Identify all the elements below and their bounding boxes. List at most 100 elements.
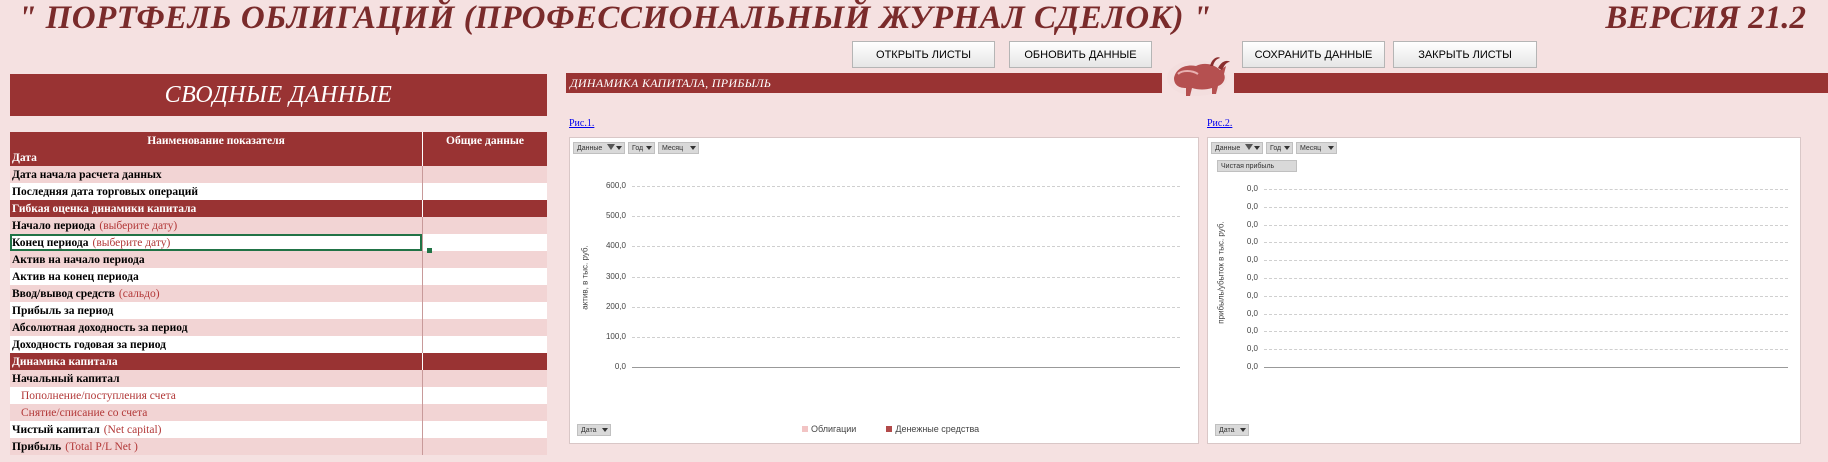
fig1-y-tick: 300,0: [605, 271, 626, 281]
chevron-down-icon: [616, 146, 622, 150]
row-value-cell[interactable]: [422, 251, 547, 268]
row-label-cell[interactable]: Пополнение/поступления счета: [10, 387, 422, 404]
row-label-cell[interactable]: Конец периода (выберите дату): [10, 234, 422, 251]
row-label-cell[interactable]: Дата: [10, 149, 422, 166]
chevron-down-icon: [1254, 146, 1260, 150]
fig2-year-filter[interactable]: Год: [1266, 142, 1293, 154]
row-label: Доходность годовая за период: [12, 338, 166, 351]
fig2-gridline: [1264, 349, 1788, 351]
fig2-gridline: [1264, 189, 1788, 190]
row-label-cell[interactable]: Дата начала расчета данных: [10, 166, 422, 183]
table-row[interactable]: Доходность годовая за период: [10, 336, 547, 353]
fig2-date-filter[interactable]: Дата: [1215, 424, 1249, 436]
row-label-cell[interactable]: Гибкая оценка динамики капитала: [10, 200, 422, 217]
fig1-x-axis: [632, 367, 1180, 368]
row-label-cell[interactable]: Динамика капитала: [10, 353, 422, 370]
section-row[interactable]: Динамика капитала: [10, 353, 547, 370]
table-row[interactable]: Ввод/вывод средств (сальдо): [10, 285, 547, 302]
section-row[interactable]: Дата: [10, 149, 547, 166]
row-note: (выберите дату): [92, 236, 171, 249]
save-data-button[interactable]: СОХРАНИТЬ ДАННЫЕ: [1242, 41, 1385, 68]
fig1-gridline: [632, 186, 1180, 187]
row-label-cell[interactable]: Снятие/списание со счета: [10, 404, 422, 421]
fig1-gridline: [632, 216, 1180, 218]
row-value-cell[interactable]: [422, 353, 547, 370]
section-label: Гибкая оценка динамики капитала: [12, 202, 197, 215]
sub-label: Снятие/списание со счета: [21, 406, 148, 419]
row-label-cell[interactable]: Прибыль за период: [10, 302, 422, 319]
section-row[interactable]: Гибкая оценка динамики капитала: [10, 200, 547, 217]
fill-handle[interactable]: [427, 248, 432, 253]
row-label-cell[interactable]: Чистый капитал (Net capital): [10, 421, 422, 438]
fig1-legend: Облигации Денежные средства: [802, 424, 979, 434]
row-label: Абсолютная доходность за период: [12, 321, 188, 334]
table-row[interactable]: Начало периода (выберите дату): [10, 217, 547, 234]
row-label-cell[interactable]: Абсолютная доходность за период: [10, 319, 422, 336]
row-value-cell[interactable]: [422, 387, 547, 404]
row-label-cell[interactable]: Начало периода (выберите дату): [10, 217, 422, 234]
table-row[interactable]: Прибыль (Total P/L Net ): [10, 438, 547, 455]
row-label-cell[interactable]: Последняя дата торговых операций: [10, 183, 422, 200]
refresh-data-button[interactable]: ОБНОВИТЬ ДАННЫЕ: [1009, 41, 1152, 68]
row-label-cell[interactable]: Актив на начало периода: [10, 251, 422, 268]
fig2-link[interactable]: Рис.2.: [1207, 118, 1232, 129]
row-value-cell[interactable]: [422, 421, 547, 438]
fig2-gridline: [1264, 242, 1788, 244]
row-value-cell[interactable]: [422, 370, 547, 387]
row-value-cell[interactable]: [422, 234, 547, 251]
row-value-cell[interactable]: [422, 166, 547, 183]
table-row[interactable]: Дата начала расчета данных: [10, 166, 547, 183]
close-sheets-button[interactable]: ЗАКРЫТЬ ЛИСТЫ: [1393, 41, 1537, 68]
table-row[interactable]: Конец периода (выберите дату): [10, 234, 547, 251]
fig2-y-tick: 0,0: [1246, 308, 1258, 318]
table-row[interactable]: Абсолютная доходность за период: [10, 319, 547, 336]
fig1-month-filter[interactable]: Месяц: [658, 142, 699, 154]
fig2-data-filter[interactable]: Данные: [1211, 142, 1263, 154]
row-label-cell[interactable]: Прибыль (Total P/L Net ): [10, 438, 422, 455]
fig1-year-filter[interactable]: Год: [628, 142, 655, 154]
filter-icon: [1245, 144, 1253, 150]
row-label: Чистый капитал: [12, 423, 100, 436]
summary-title: СВОДНЫЕ ДАННЫЕ: [10, 74, 547, 116]
fig2-gridline: [1264, 295, 1788, 297]
fig1-date-filter[interactable]: Дата: [577, 424, 611, 436]
fig2-y-tick: 0,0: [1246, 184, 1258, 193]
table-row[interactable]: Пополнение/поступления счета: [10, 387, 547, 404]
table-row[interactable]: Прибыль за период: [10, 302, 547, 319]
fig2-y-tick: 0,0: [1246, 362, 1258, 371]
row-value-cell[interactable]: [422, 438, 547, 455]
row-value-cell[interactable]: [422, 200, 547, 217]
row-value-cell[interactable]: [422, 217, 547, 234]
row-value-cell[interactable]: [422, 336, 547, 353]
row-value-cell[interactable]: [422, 268, 547, 285]
fig2-series-button[interactable]: Чистая прибыль: [1217, 160, 1297, 172]
fig1-gridline: [632, 336, 1180, 338]
fig2-month-filter[interactable]: Месяц: [1296, 142, 1337, 154]
table-row[interactable]: Последняя дата торговых операций: [10, 183, 547, 200]
fig2-x-axis: [1264, 367, 1788, 368]
row-value-cell[interactable]: [422, 302, 547, 319]
row-label-cell[interactable]: Актив на конец периода: [10, 268, 422, 285]
row-label-cell[interactable]: Ввод/вывод средств (сальдо): [10, 285, 422, 302]
fig1-data-filter[interactable]: Данные: [573, 142, 625, 154]
table-row[interactable]: Начальный капитал: [10, 370, 547, 387]
table-row[interactable]: Актив на начало периода: [10, 251, 547, 268]
row-value-cell[interactable]: [422, 404, 547, 421]
row-value-cell[interactable]: [422, 319, 547, 336]
table-row[interactable]: Снятие/списание со счета: [10, 404, 547, 421]
row-value-cell[interactable]: [422, 285, 547, 302]
fig1-link[interactable]: Рис.1.: [569, 118, 594, 129]
row-label-cell[interactable]: Доходность годовая за период: [10, 336, 422, 353]
row-label: Дата начала расчета данных: [12, 168, 162, 181]
table-row[interactable]: Актив на конец периода: [10, 268, 547, 285]
fig2-gridline: [1264, 278, 1788, 279]
fig2-y-tick: 0,0: [1246, 201, 1258, 211]
open-sheets-button[interactable]: ОТКРЫТЬ ЛИСТЫ: [852, 41, 995, 68]
table-row[interactable]: Чистый капитал (Net capital): [10, 421, 547, 438]
row-value-cell[interactable]: [422, 183, 547, 200]
fig2-y-tick: 0,0: [1246, 237, 1258, 247]
row-value-cell[interactable]: [422, 149, 547, 166]
col-name-header: Наименование показателя: [147, 134, 285, 147]
legend-item-cash: Денежные средства: [886, 424, 979, 434]
row-label-cell[interactable]: Начальный капитал: [10, 370, 422, 387]
